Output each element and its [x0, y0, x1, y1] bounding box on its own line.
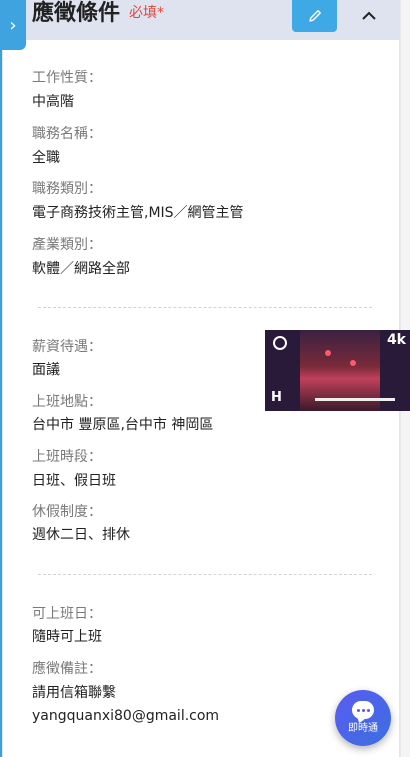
video-scene-light [350, 360, 356, 366]
job-category-value: 電子商務技術主管,MIS／網管主管 [32, 205, 244, 221]
channel-logo-icon [273, 336, 287, 350]
start-date-value: 隨時可上班 [32, 629, 102, 645]
salary-value: 面議 [32, 362, 60, 378]
job-nature-value: 中高階 [32, 94, 74, 110]
chat-button[interactable]: 即時通 [335, 690, 391, 746]
pencil-icon [308, 10, 321, 22]
left-accent-border [0, 0, 2, 757]
shift-label: 上班時段： [32, 449, 102, 465]
chevron-right-icon: › [9, 14, 17, 36]
position-title-label: 職務名稱： [32, 126, 102, 142]
industry-label: 產業類別： [32, 237, 102, 253]
remarks-label: 應徵備註： [32, 661, 102, 677]
chat-bubble-icon [352, 701, 374, 719]
video-logo: H [271, 390, 282, 405]
start-date-label: 可上班日： [32, 606, 102, 622]
shift-value: 日班、假日班 [32, 473, 116, 489]
location-label: 上班地點： [32, 394, 102, 410]
floating-video-thumbnail[interactable]: 4k H [265, 330, 410, 411]
collapse-button[interactable] [357, 4, 381, 28]
holiday-label: 休假制度： [32, 504, 102, 520]
chevron-up-icon [362, 11, 376, 20]
section-title: 應徵條件 [32, 1, 121, 26]
edit-button[interactable] [292, 0, 337, 32]
side-tab-toggle[interactable]: › [0, 0, 26, 50]
chat-button-label: 即時通 [348, 723, 378, 734]
4k-badge: 4k [386, 332, 406, 348]
industry-value: 軟體／網路全部 [32, 261, 130, 277]
video-scene-light [325, 350, 331, 356]
location-value: 台中市 豐原區,台中市 神岡區 [32, 417, 214, 433]
remarks-value-line1: 請用信箱聯繫 [32, 685, 116, 701]
remarks-email[interactable]: yangquanxi80@gmail.com [32, 706, 219, 726]
required-label: 必填* [129, 5, 164, 21]
position-title-value: 全職 [32, 150, 60, 166]
salary-label: 薪資待遇： [32, 339, 102, 355]
section-divider [38, 574, 372, 575]
job-category-label: 職務類別： [32, 181, 102, 197]
video-caption-bar [315, 398, 395, 401]
job-nature-label: 工作性質： [32, 70, 102, 86]
section-divider [38, 307, 372, 308]
holiday-value: 週休二日、排休 [32, 527, 130, 543]
